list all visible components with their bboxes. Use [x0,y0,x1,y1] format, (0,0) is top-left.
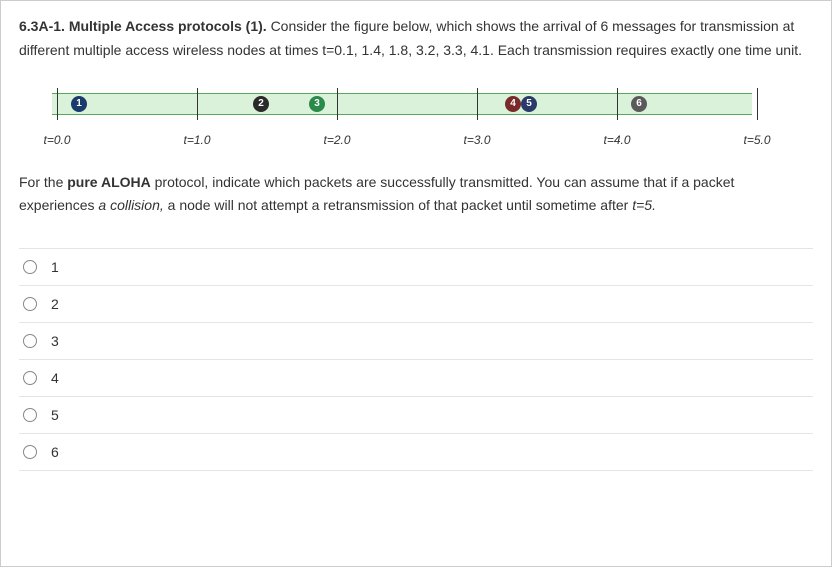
timeline-labels: t=0.0 t=1.0 t=2.0 t=3.0 t=4.0 t=5.0 [29,133,749,151]
radio-icon[interactable] [23,260,37,274]
option-row-6[interactable]: 6 [19,434,813,471]
question-header: 6.3A-1. Multiple Access protocols (1). C… [19,15,813,63]
instr-part: a node will not attempt a retransmission… [164,197,632,213]
tick-label-0: t=0.0 [43,133,70,147]
question-number: 6.3A-1. [19,18,65,34]
tick-label-1: t=1.0 [183,133,210,147]
option-label: 6 [51,444,59,460]
timeline-band [52,93,752,115]
instr-part: For the [19,174,67,190]
instruction-text: For the pure ALOHA protocol, indicate wh… [19,171,813,219]
option-label: 3 [51,333,59,349]
option-label: 4 [51,370,59,386]
tick-4 [617,88,618,120]
tick-label-5: t=5.0 [743,133,770,147]
option-label: 1 [51,259,59,275]
option-row-5[interactable]: 5 [19,397,813,434]
option-row-4[interactable]: 4 [19,360,813,397]
tick-label-3: t=3.0 [463,133,490,147]
tick-2 [337,88,338,120]
packet-3: 3 [309,96,325,112]
option-label: 2 [51,296,59,312]
instr-bold-aloha: pure ALOHA [67,174,150,190]
instr-em-t5: t=5. [632,197,656,213]
packet-6: 6 [631,96,647,112]
option-label: 5 [51,407,59,423]
tick-5 [757,88,758,120]
tick-0 [57,88,58,120]
timeline-figure: 1 2 3 4 5 6 [29,85,749,125]
tick-3 [477,88,478,120]
option-row-1[interactable]: 1 [19,248,813,286]
radio-icon[interactable] [23,371,37,385]
packet-5: 5 [521,96,537,112]
question-title: Multiple Access protocols (1). [69,18,267,34]
tick-label-4: t=4.0 [603,133,630,147]
radio-icon[interactable] [23,297,37,311]
radio-icon[interactable] [23,445,37,459]
radio-icon[interactable] [23,408,37,422]
tick-1 [197,88,198,120]
packet-2: 2 [253,96,269,112]
options-list: 1 2 3 4 5 6 [19,248,813,471]
tick-label-2: t=2.0 [323,133,350,147]
option-row-3[interactable]: 3 [19,323,813,360]
packet-4: 4 [505,96,521,112]
radio-icon[interactable] [23,334,37,348]
option-row-2[interactable]: 2 [19,286,813,323]
packet-1: 1 [71,96,87,112]
instr-em-collision: a collision, [98,197,163,213]
question-container: 6.3A-1. Multiple Access protocols (1). C… [0,0,832,567]
